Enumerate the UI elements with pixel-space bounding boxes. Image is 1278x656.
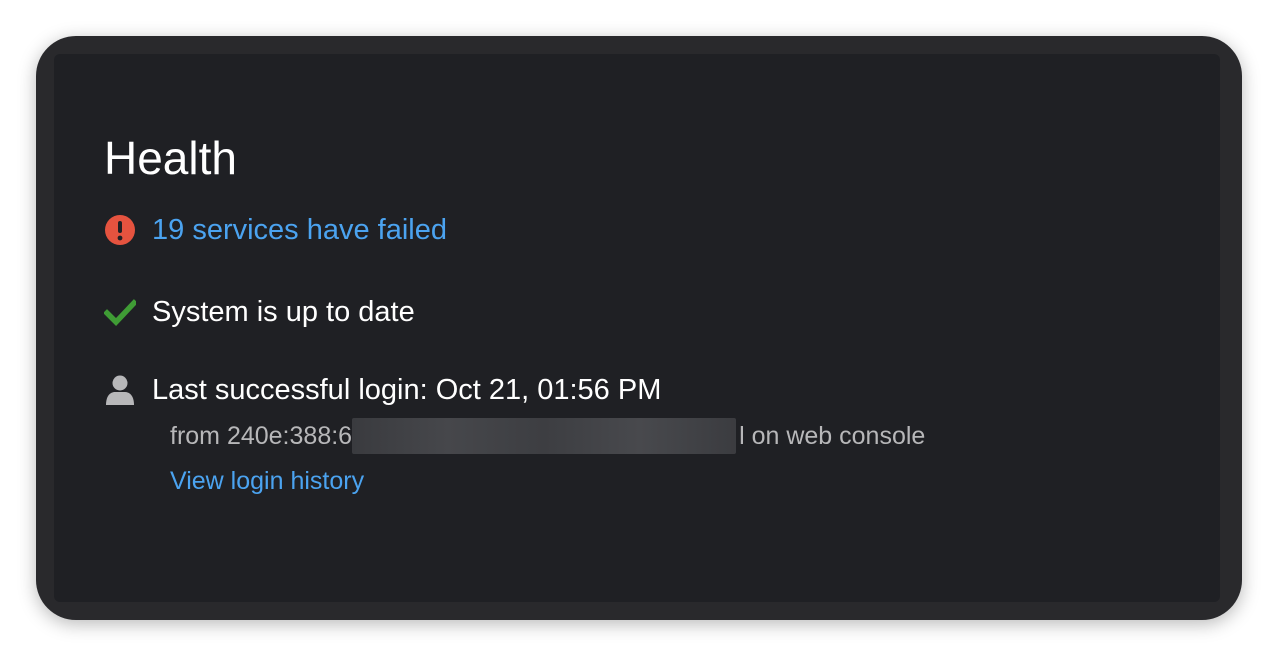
last-login-text: Last successful login: Oct 21, 01:56 PM xyxy=(152,374,662,406)
exclamation-circle-icon xyxy=(104,214,136,246)
failed-services-link[interactable]: 19 services have failed xyxy=(152,212,447,248)
redacted-address xyxy=(352,418,737,454)
system-updates-row: System is up to date xyxy=(104,294,415,330)
login-source: from 240e:388:6 l on web console xyxy=(170,418,925,454)
last-login-row: Last successful login: Oct 21, 01:56 PM xyxy=(104,372,661,408)
card-title: Health xyxy=(104,132,237,184)
health-card: Health 19 services have failed System is… xyxy=(54,54,1220,602)
window-frame: Health 19 services have failed System is… xyxy=(36,36,1242,620)
checkmark-icon xyxy=(104,296,136,328)
view-login-history-link[interactable]: View login history xyxy=(170,466,364,496)
user-icon xyxy=(104,374,136,406)
login-source-suffix: l on web console xyxy=(739,422,926,450)
system-status-text: System is up to date xyxy=(152,296,415,328)
login-source-prefix: from 240e:388:6 xyxy=(170,422,353,450)
failed-services-row: 19 services have failed xyxy=(104,212,447,248)
